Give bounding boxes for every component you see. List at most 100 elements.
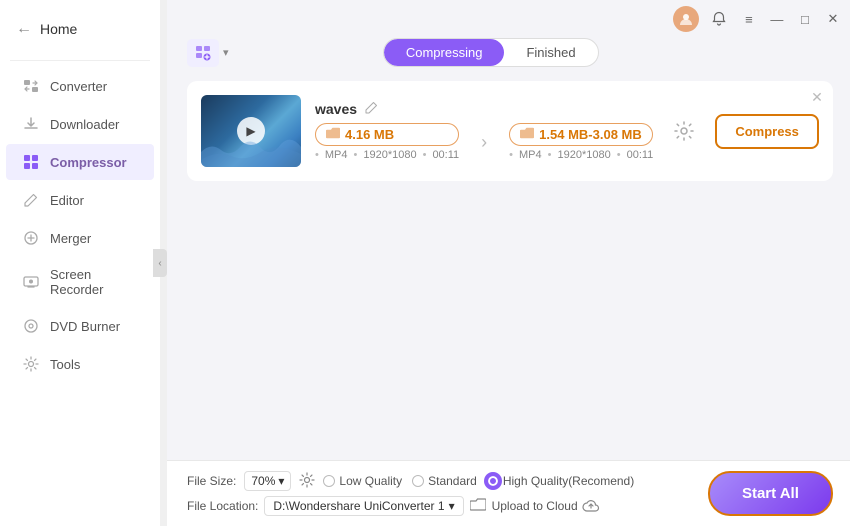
quality-low-label: Low Quality bbox=[339, 474, 402, 488]
editor-icon bbox=[22, 191, 40, 209]
file-size-value: 70% bbox=[251, 474, 275, 488]
maximize-button[interactable]: □ bbox=[795, 9, 815, 29]
back-icon: ← bbox=[16, 20, 32, 38]
file-size-select[interactable]: 70% ▾ bbox=[244, 471, 291, 491]
downloader-icon bbox=[22, 115, 40, 133]
open-folder-icon[interactable] bbox=[470, 498, 486, 515]
sidebar-item-downloader[interactable]: Downloader bbox=[6, 106, 154, 142]
sidebar-item-compressor[interactable]: Compressor bbox=[6, 144, 154, 180]
tabs-bar: ▾ Compressing Finished bbox=[187, 38, 833, 67]
screen-recorder-icon bbox=[22, 273, 40, 291]
dot5: • bbox=[548, 149, 552, 161]
original-size-badge: 4.16 MB bbox=[315, 123, 459, 146]
sidebar-collapse-button[interactable]: ‹ bbox=[153, 249, 167, 277]
add-file-area: ▾ bbox=[187, 39, 229, 67]
minimize-button[interactable]: — bbox=[767, 9, 787, 29]
add-file-button[interactable]: ▾ bbox=[187, 39, 229, 67]
dropdown-arrow: ▾ bbox=[278, 474, 284, 488]
sidebar-label-editor: Editor bbox=[50, 193, 84, 208]
file-meta-row: 4.16 MB • MP4 • 1920*1080 • 00:11 › bbox=[315, 123, 653, 161]
sidebar-label-tools: Tools bbox=[50, 357, 80, 372]
sidebar: ← Home Converter Downloader Compressor E… bbox=[0, 0, 160, 526]
cloud-icon bbox=[582, 498, 600, 515]
menu-button[interactable]: ≡ bbox=[739, 9, 759, 29]
sidebar-label-downloader: Downloader bbox=[50, 117, 119, 132]
upload-cloud-button[interactable]: Upload to Cloud bbox=[492, 498, 600, 515]
file-location-row: File Location: D:\Wondershare UniConvert… bbox=[187, 496, 634, 516]
quality-standard[interactable]: Standard bbox=[412, 474, 477, 488]
sidebar-label-converter: Converter bbox=[50, 79, 107, 94]
folder-icon-2 bbox=[520, 127, 534, 142]
compressed-duration: 00:11 bbox=[627, 149, 654, 161]
tabs: Compressing Finished bbox=[383, 38, 599, 67]
file-settings-button[interactable] bbox=[667, 114, 701, 148]
dvd-burner-icon bbox=[22, 317, 40, 335]
original-duration: 00:11 bbox=[432, 149, 459, 161]
sidebar-item-editor[interactable]: Editor bbox=[6, 182, 154, 218]
user-avatar[interactable] bbox=[673, 6, 699, 32]
compressed-info: 1.54 MB-3.08 MB • MP4 • 1920*1080 • 00:1… bbox=[509, 123, 653, 161]
upload-cloud-label: Upload to Cloud bbox=[492, 499, 578, 513]
quality-high[interactable]: High Quality(Recomend) bbox=[487, 474, 634, 488]
notifications-button[interactable] bbox=[707, 7, 731, 31]
compressed-size-badge: 1.54 MB-3.08 MB bbox=[509, 123, 653, 146]
dot3: • bbox=[423, 149, 427, 161]
sidebar-label-merger: Merger bbox=[50, 231, 91, 246]
main-content: ≡ — □ ✕ ▾ Compressing Finished bbox=[167, 0, 850, 526]
path-dropdown-arrow: ▾ bbox=[449, 499, 455, 513]
dot1: • bbox=[315, 149, 319, 161]
original-resolution: 1920*1080 bbox=[363, 149, 416, 161]
compressed-details: • MP4 • 1920*1080 • 00:11 bbox=[509, 149, 653, 161]
close-button[interactable]: ✕ bbox=[823, 9, 843, 29]
original-details: • MP4 • 1920*1080 • 00:11 bbox=[315, 149, 459, 161]
sidebar-label-dvd-burner: DVD Burner bbox=[50, 319, 120, 334]
sidebar-item-screen-recorder[interactable]: Screen Recorder bbox=[6, 258, 154, 306]
quality-low[interactable]: Low Quality bbox=[323, 474, 402, 488]
file-thumbnail[interactable]: ▶ bbox=[201, 95, 301, 167]
quality-high-label: High Quality(Recomend) bbox=[503, 474, 634, 488]
settings-gear-icon[interactable] bbox=[299, 472, 315, 491]
tab-compressing[interactable]: Compressing bbox=[384, 39, 505, 66]
folder-icon bbox=[326, 127, 340, 142]
titlebar: ≡ — □ ✕ bbox=[167, 0, 850, 38]
dot4: • bbox=[509, 149, 513, 161]
bottom-bar: File Size: 70% ▾ Low Quality Standard bbox=[167, 460, 850, 526]
sidebar-divider bbox=[10, 60, 150, 61]
compressor-icon bbox=[22, 153, 40, 171]
original-format: MP4 bbox=[325, 149, 348, 161]
sidebar-label-screen-recorder: Screen Recorder bbox=[50, 267, 138, 297]
sidebar-label-compressor: Compressor bbox=[50, 155, 127, 170]
home-button[interactable]: ← Home bbox=[0, 12, 160, 54]
original-info: 4.16 MB • MP4 • 1920*1080 • 00:11 bbox=[315, 123, 459, 161]
file-name-row: waves bbox=[315, 101, 653, 117]
sidebar-item-tools[interactable]: Tools bbox=[6, 346, 154, 382]
compress-button[interactable]: Compress bbox=[715, 114, 819, 149]
file-size-label: File Size: bbox=[187, 474, 236, 488]
file-size-row: File Size: 70% ▾ Low Quality Standard bbox=[187, 471, 634, 491]
dot2: • bbox=[353, 149, 357, 161]
sidebar-item-merger[interactable]: Merger bbox=[6, 220, 154, 256]
quality-options: Low Quality Standard High Quality(Recome… bbox=[323, 474, 634, 488]
quality-standard-label: Standard bbox=[428, 474, 477, 488]
radio-low bbox=[323, 475, 335, 487]
radio-standard bbox=[412, 475, 424, 487]
dot6: • bbox=[617, 149, 621, 161]
add-dropdown-arrow: ▾ bbox=[223, 46, 229, 59]
tab-finished[interactable]: Finished bbox=[504, 39, 597, 66]
sidebar-item-converter[interactable]: Converter bbox=[6, 68, 154, 104]
edit-name-icon[interactable] bbox=[365, 101, 378, 117]
sidebar-item-dvd-burner[interactable]: DVD Burner bbox=[6, 308, 154, 344]
start-all-button[interactable]: Start All bbox=[708, 471, 833, 516]
radio-high bbox=[487, 475, 499, 487]
add-icon bbox=[187, 39, 219, 67]
home-label: Home bbox=[40, 21, 77, 37]
converter-icon bbox=[22, 77, 40, 95]
file-card: ✕ ▶ waves bbox=[187, 81, 833, 181]
close-card-button[interactable]: ✕ bbox=[811, 89, 823, 106]
compressed-resolution: 1920*1080 bbox=[558, 149, 611, 161]
location-path-select[interactable]: D:\Wondershare UniConverter 1 ▾ bbox=[264, 496, 463, 516]
location-path-value: D:\Wondershare UniConverter 1 bbox=[273, 499, 444, 513]
compressed-format: MP4 bbox=[519, 149, 542, 161]
file-info: waves 4.16 MB bbox=[315, 101, 653, 161]
arrow-divider: › bbox=[481, 132, 487, 153]
